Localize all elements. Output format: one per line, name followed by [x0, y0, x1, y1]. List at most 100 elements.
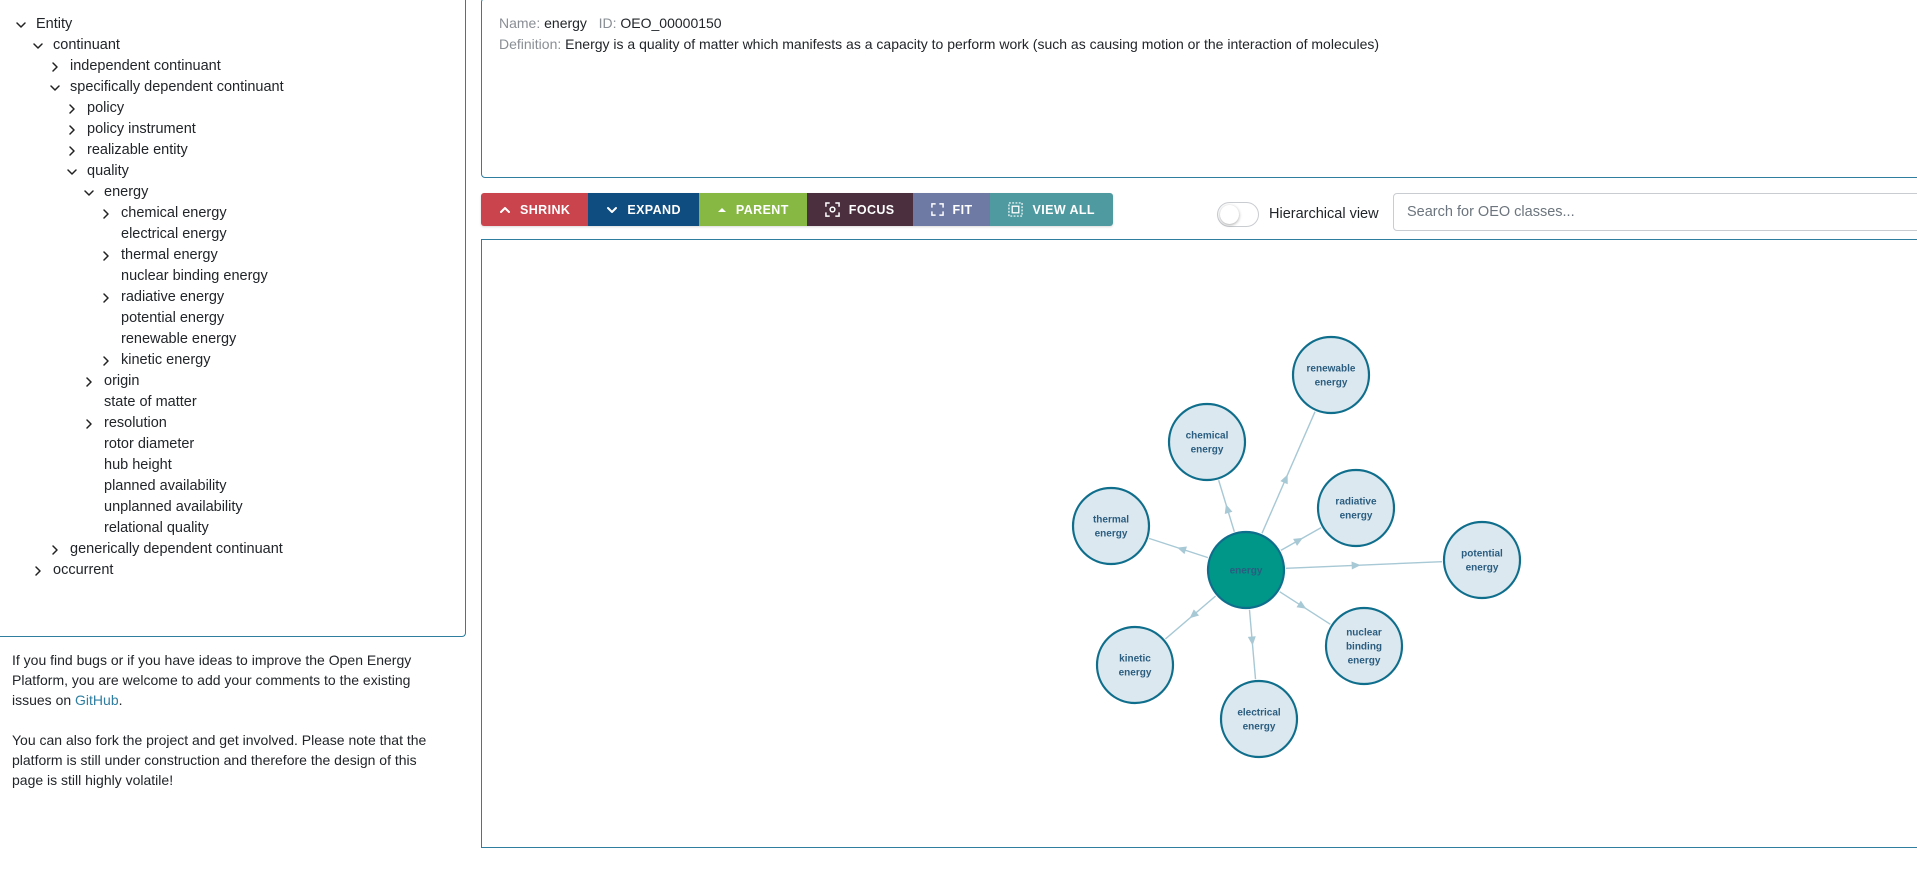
chevron-right-icon[interactable]: [64, 122, 80, 138]
chevron-down-icon[interactable]: [64, 164, 80, 180]
fit-icon: [930, 203, 944, 216]
tree-item[interactable]: hub height: [0, 455, 460, 476]
parent-button[interactable]: PARENT: [698, 193, 807, 226]
graph-edge: [1285, 560, 1443, 570]
chevron-right-icon[interactable]: [64, 101, 80, 117]
focus-icon: [824, 202, 840, 217]
tree-item[interactable]: kinetic energy: [0, 350, 460, 371]
chevron-right-icon[interactable]: [81, 416, 97, 432]
chevron-down-icon[interactable]: [30, 38, 46, 54]
info-text-before-link: If you find bugs or if you have ideas to…: [12, 652, 412, 708]
tree-item[interactable]: planned availability: [0, 476, 460, 497]
tree-item[interactable]: nuclear binding energy: [0, 266, 460, 287]
chevron-right-icon[interactable]: [64, 143, 80, 159]
graph-node-label: energy: [1466, 563, 1499, 574]
expand-button[interactable]: EXPAND: [588, 193, 699, 226]
tree-item[interactable]: radiative energy: [0, 287, 460, 308]
chevron-right-icon[interactable]: [98, 206, 114, 222]
graph-node-chemical[interactable]: chemical energy: [1167, 402, 1247, 482]
chevron-right-icon[interactable]: [81, 374, 97, 390]
tree-item-label: unplanned availability: [104, 499, 243, 515]
graph-canvas[interactable]: renewable energy chemical energy radiative en…: [481, 239, 1917, 848]
tree-item-label: relational quality: [104, 520, 209, 536]
edge-arrowhead: [1224, 504, 1233, 515]
tree-item-label: specifically dependent continuant: [70, 79, 284, 95]
info-text: If you find bugs or if you have ideas to…: [12, 650, 442, 810]
graph-node-thermal[interactable]: thermal energy: [1071, 486, 1151, 566]
graph-node-radiative[interactable]: radiative energy: [1316, 468, 1396, 548]
tree-item[interactable]: policy: [0, 98, 460, 119]
graph-node-label: nuclear: [1346, 628, 1382, 639]
fit-button[interactable]: FIT: [912, 193, 991, 226]
ontology-tree: Entity continuant independent continuant sp…: [0, 0, 466, 637]
tree-item-label: hub height: [104, 457, 172, 473]
hierarchical-view-label: Hierarchical view: [1269, 206, 1379, 222]
edge-arrowhead: [1177, 546, 1187, 555]
tree-item[interactable]: thermal energy: [0, 245, 460, 266]
tree-item[interactable]: energy: [0, 182, 460, 203]
tree-item-label: continuant: [53, 37, 120, 53]
tree-item[interactable]: independent continuant: [0, 56, 460, 77]
tree-item[interactable]: continuant: [0, 35, 460, 56]
graph-node-potential[interactable]: potential energy: [1442, 520, 1522, 600]
tree-item[interactable]: occurrent: [0, 560, 460, 581]
tree-item[interactable]: renewable energy: [0, 329, 460, 350]
view-all-button[interactable]: VIEW ALL: [990, 193, 1113, 226]
tree-item[interactable]: specifically dependent continuant: [0, 77, 460, 98]
github-link[interactable]: GitHub: [75, 692, 119, 708]
graph-node-label: energy: [1095, 529, 1128, 540]
tree-item[interactable]: quality: [0, 161, 460, 182]
tree-item[interactable]: resolution: [0, 413, 460, 434]
graph-node-label: electrical: [1237, 708, 1281, 719]
graph-node-label: kinetic: [1119, 654, 1151, 665]
definition-value: Energy is a quality of matter which mani…: [565, 36, 1380, 52]
tree-item-label: realizable entity: [87, 142, 188, 158]
graph-node-nuclear[interactable]: nuclear binding energy: [1324, 606, 1404, 686]
chevron-right-icon[interactable]: [47, 59, 63, 75]
chevron-right-icon[interactable]: [98, 290, 114, 306]
hierarchical-view-toggle[interactable]: [1217, 202, 1259, 227]
tree-item[interactable]: origin: [0, 371, 460, 392]
chevron-right-icon[interactable]: [47, 542, 63, 558]
tree-item-label: thermal energy: [121, 247, 218, 263]
chevron-down-icon[interactable]: [47, 80, 63, 96]
chevron-right-icon[interactable]: [98, 248, 114, 264]
graph-node-electrical[interactable]: electrical energy: [1219, 679, 1299, 759]
tree-item-label: origin: [104, 373, 140, 389]
view-all-icon: [1008, 202, 1024, 217]
search-input[interactable]: [1393, 193, 1917, 231]
tree-item[interactable]: potential energy: [0, 308, 460, 329]
id-value: OEO_00000150: [620, 15, 722, 31]
tree-item[interactable]: generically dependent continuant: [0, 539, 460, 560]
chevron-down-icon[interactable]: [13, 17, 29, 33]
chevron-right-icon[interactable]: [98, 353, 114, 369]
graph-node-kinetic[interactable]: kinetic energy: [1095, 625, 1175, 705]
tree-item-label: state of matter: [104, 394, 197, 410]
tree-item[interactable]: rotor diameter: [0, 434, 460, 455]
graph-node-label: energy: [1230, 566, 1263, 577]
tree-item[interactable]: unplanned availability: [0, 497, 460, 518]
focus-button[interactable]: FOCUS: [806, 193, 913, 226]
graph-node-label: energy: [1315, 378, 1348, 389]
graph-node-renewable[interactable]: renewable energy: [1291, 335, 1371, 415]
tree-item-label: potential energy: [121, 310, 225, 326]
edge-arrowhead: [1296, 600, 1307, 609]
chevron-down-icon[interactable]: [81, 185, 97, 201]
tree-item[interactable]: policy instrument: [0, 119, 460, 140]
tree-item[interactable]: Entity: [0, 14, 460, 35]
graph-node-circle: [1316, 468, 1396, 548]
name-id-line: Name: energy ID: OEO_00000150: [499, 15, 722, 31]
chevron-right-icon[interactable]: [30, 563, 46, 579]
chevron-up-icon: [499, 204, 511, 216]
tree-item[interactable]: relational quality: [0, 518, 460, 539]
tree-item[interactable]: state of matter: [0, 392, 460, 413]
tree-item[interactable]: realizable entity: [0, 140, 460, 161]
graph-node-energy[interactable]: energy: [1206, 530, 1286, 610]
tree-item[interactable]: chemical energy: [0, 203, 460, 224]
shrink-button[interactable]: SHRINK: [481, 193, 589, 226]
tree-item[interactable]: electrical energy: [0, 224, 460, 245]
tree-item-label: generically dependent continuant: [70, 541, 283, 557]
tree-item-label: nuclear binding energy: [121, 268, 268, 284]
tree-item-label: independent continuant: [70, 58, 221, 74]
parent-button-label: PARENT: [735, 202, 789, 217]
